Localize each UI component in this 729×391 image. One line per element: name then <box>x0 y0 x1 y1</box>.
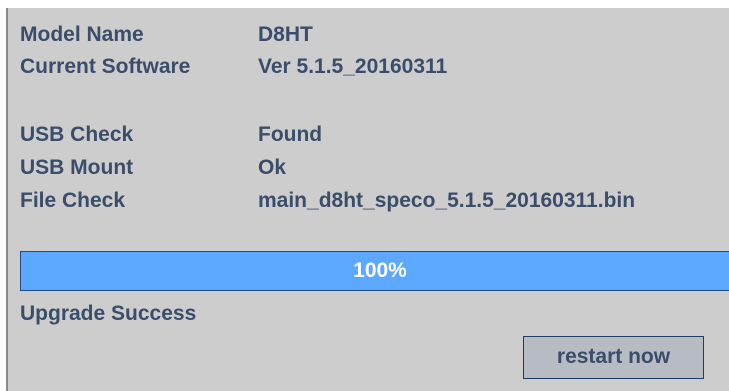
upgrade-progress-bar: 100% <box>20 251 729 291</box>
current-software-label: Current Software <box>20 55 191 78</box>
file-check-value: main_d8ht_speco_5.1.5_20160311.bin <box>258 189 636 212</box>
current-software-value: Ver 5.1.5_20160311 <box>258 55 448 78</box>
upgrade-panel: Model Name D8HT Current Software Ver 5.1… <box>6 8 729 391</box>
usb-check-value: Found <box>258 123 323 146</box>
file-check-label: File Check <box>20 189 126 212</box>
restart-now-button[interactable]: restart now <box>523 336 704 379</box>
model-name-label: Model Name <box>20 23 144 46</box>
progress-percent-label: 100% <box>353 259 407 282</box>
model-name-value: D8HT <box>258 23 313 46</box>
upgrade-status-text: Upgrade Success <box>20 302 197 325</box>
usb-mount-value: Ok <box>258 156 287 179</box>
usb-check-label: USB Check <box>20 123 134 146</box>
usb-mount-label: USB Mount <box>20 156 134 179</box>
